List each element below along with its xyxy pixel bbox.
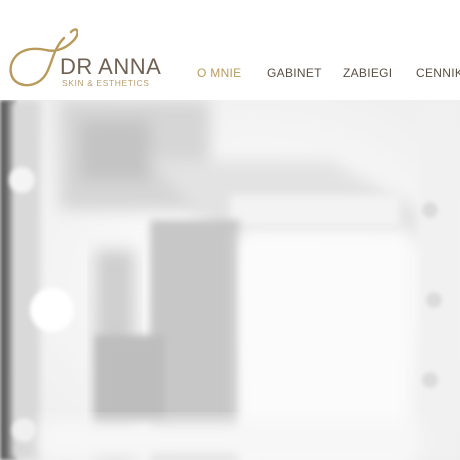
hero-photo bbox=[0, 100, 460, 460]
nav-item-gabinet[interactable]: GABINET bbox=[267, 66, 322, 80]
main-navigation: O MNIE GABINET ZABIEGI CENNIK bbox=[0, 66, 460, 82]
nav-item-cennik[interactable]: CENNIK bbox=[416, 66, 460, 80]
brand-logo-link[interactable]: DR ANNA SKIN & ESTHETICS bbox=[6, 24, 166, 94]
nav-item-o-mnie[interactable]: O MNIE bbox=[197, 66, 241, 80]
nav-item-zabiegi[interactable]: ZABIEGI bbox=[343, 66, 392, 80]
hero-image bbox=[0, 100, 460, 460]
site-header: DR ANNA SKIN & ESTHETICS O MNIE GABINET … bbox=[0, 0, 460, 100]
